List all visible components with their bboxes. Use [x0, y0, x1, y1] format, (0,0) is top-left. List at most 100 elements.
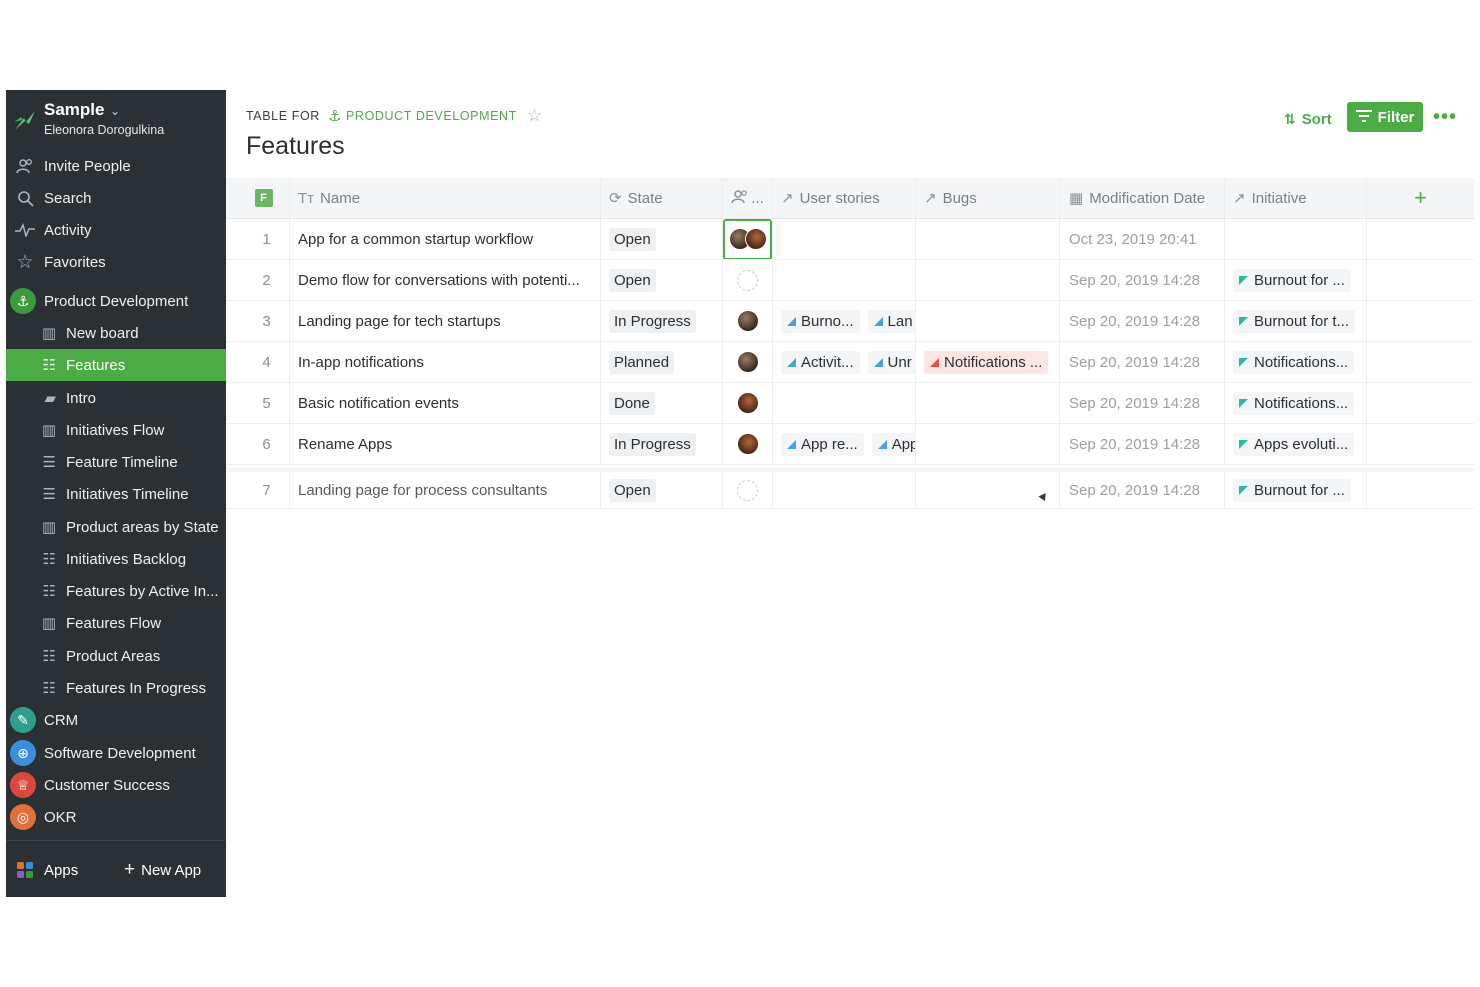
sort-button[interactable]: ⇅ Sort	[1284, 106, 1332, 132]
sidebar-item-feature-timeline[interactable]: ☰ Feature Timeline	[6, 446, 226, 478]
row-bugs[interactable]	[916, 472, 1060, 508]
row-users[interactable]	[723, 472, 773, 508]
sidebar-app-customer-success[interactable]: ♕ Customer Success	[6, 769, 226, 801]
row-initiative[interactable]: Apps evoluti...	[1225, 424, 1367, 464]
row-name[interactable]: In-app notifications	[290, 342, 601, 382]
bug-chip[interactable]: Notifications ...	[924, 350, 1049, 374]
row-name[interactable]: App for a common startup workflow	[290, 219, 601, 259]
workspace-switcher[interactable]: Sample ⌄ Eleonora Dorogulkina	[6, 90, 226, 148]
row-state[interactable]: Open	[601, 219, 723, 259]
sidebar-item-search[interactable]: Search	[6, 182, 226, 214]
table-row[interactable]: 5 Basic notification events Done Sep 20,…	[226, 383, 1474, 424]
row-bugs[interactable]	[916, 260, 1060, 300]
table-row[interactable]: 7 Landing page for process consultants O…	[226, 468, 1474, 509]
new-app-button[interactable]: + New App	[124, 855, 201, 885]
row-bugs[interactable]: Notifications ...	[916, 342, 1060, 382]
row-users[interactable]	[723, 383, 773, 423]
table-row[interactable]: 3 Landing page for tech startups In Prog…	[226, 301, 1474, 342]
story-chip[interactable]: App re...	[781, 432, 864, 456]
row-initiative[interactable]: Burnout for ...	[1225, 260, 1367, 300]
row-name[interactable]: Rename Apps	[290, 424, 601, 464]
row-initiative[interactable]: Burnout for t...	[1225, 301, 1367, 341]
column-user-stories[interactable]: ↗ User stories	[773, 178, 916, 218]
initiative-chip[interactable]: Burnout for ...	[1233, 478, 1351, 502]
sidebar-app-product-development[interactable]: ⚓ Product Development	[6, 285, 226, 317]
initiative-chip[interactable]: Notifications...	[1233, 391, 1355, 415]
initiative-chip[interactable]: Notifications...	[1233, 350, 1355, 374]
row-user-stories[interactable]	[773, 219, 916, 259]
row-users[interactable]	[723, 219, 773, 259]
row-user-stories[interactable]: App re... App	[773, 424, 916, 464]
row-user-stories[interactable]	[773, 472, 916, 508]
row-user-stories[interactable]	[773, 260, 916, 300]
selected-cell[interactable]	[723, 219, 772, 259]
row-user-stories[interactable]: Burno... Lan	[773, 301, 916, 341]
apps-button[interactable]: Apps	[6, 855, 78, 885]
row-user-stories[interactable]	[773, 383, 916, 423]
table-row[interactable]: 6 Rename Apps In Progress App re... App …	[226, 424, 1474, 465]
row-users[interactable]	[723, 301, 773, 341]
sidebar-item-initiatives-timeline[interactable]: ☰ Initiatives Timeline	[6, 478, 226, 510]
column-users[interactable]: ...	[723, 178, 773, 218]
column-bugs[interactable]: ↗ Bugs	[916, 178, 1060, 218]
row-state[interactable]: Planned	[601, 342, 723, 382]
sidebar-item-features-flow[interactable]: ▥ Features Flow	[6, 607, 226, 639]
sidebar-item-product-areas-by-state[interactable]: ▥ Product areas by State	[6, 511, 226, 543]
sidebar-app-okr[interactable]: ◎ OKR	[6, 801, 226, 833]
column-state[interactable]: ⟳ State	[601, 178, 723, 218]
filter-button[interactable]: Filter	[1347, 102, 1423, 132]
star-icon[interactable]: ☆	[527, 106, 543, 126]
row-name[interactable]: Landing page for tech startups	[290, 301, 601, 341]
row-users[interactable]	[723, 342, 773, 382]
row-user-stories[interactable]: Activit... Unr	[773, 342, 916, 382]
sidebar-item-new-board[interactable]: ▥ New board	[6, 317, 226, 349]
row-name[interactable]: Demo flow for conversations with potenti…	[290, 260, 601, 300]
row-users[interactable]	[723, 260, 773, 300]
column-initiative[interactable]: ↗ Initiative	[1225, 178, 1367, 218]
initiative-chip[interactable]: Burnout for t...	[1233, 309, 1356, 333]
sidebar-app-crm[interactable]: ✎ CRM	[6, 704, 226, 736]
story-chip[interactable]: Unr	[867, 350, 915, 374]
initiative-chip[interactable]: Burnout for ...	[1233, 268, 1351, 292]
story-chip[interactable]: Burno...	[781, 309, 860, 333]
sidebar-item-features-in-progress[interactable]: ☷ Features In Progress	[6, 672, 226, 704]
row-bugs[interactable]	[916, 424, 1060, 464]
row-state[interactable]: Done	[601, 383, 723, 423]
row-state[interactable]: In Progress	[601, 424, 723, 464]
sidebar-item-initiatives-backlog[interactable]: ☷ Initiatives Backlog	[6, 543, 226, 575]
sidebar-item-activity[interactable]: Activity	[6, 214, 226, 246]
initiative-chip[interactable]: Apps evoluti...	[1233, 432, 1355, 456]
sidebar-item-initiatives-flow[interactable]: ▥ Initiatives Flow	[6, 414, 226, 446]
table-row[interactable]: 1 App for a common startup workflow Open…	[226, 219, 1474, 260]
sidebar-item-invite-people[interactable]: Invite People	[6, 150, 226, 182]
column-modification-date[interactable]: ▦ Modification Date	[1060, 178, 1225, 218]
story-chip[interactable]: Activit...	[781, 350, 860, 374]
row-initiative[interactable]: Notifications...	[1225, 383, 1367, 423]
row-state[interactable]: In Progress	[601, 301, 723, 341]
sidebar-item-favorites[interactable]: ☆ Favorites	[6, 246, 226, 278]
sidebar-item-features-by-active[interactable]: ☷ Features by Active In...	[6, 575, 226, 607]
table-row[interactable]: 2 Demo flow for conversations with poten…	[226, 260, 1474, 301]
row-name[interactable]: Basic notification events	[290, 383, 601, 423]
row-bugs[interactable]	[916, 301, 1060, 341]
story-chip[interactable]: App	[871, 432, 915, 456]
more-options-icon[interactable]: •••	[1433, 104, 1456, 130]
sidebar-app-software-development[interactable]: ⊕ Software Development	[6, 737, 226, 769]
row-bugs[interactable]	[916, 383, 1060, 423]
row-state[interactable]: Open	[601, 472, 723, 508]
breadcrumb-link[interactable]: PRODUCT DEVELOPMENT	[346, 109, 517, 123]
row-bugs[interactable]	[916, 219, 1060, 259]
story-chip[interactable]: Lan	[867, 309, 915, 333]
sidebar-item-product-areas[interactable]: ☷ Product Areas	[6, 640, 226, 672]
sidebar-item-intro[interactable]: ▰ Intro	[6, 382, 226, 414]
row-users[interactable]	[723, 424, 773, 464]
table-row[interactable]: 4 In-app notifications Planned Activit..…	[226, 342, 1474, 383]
row-name[interactable]: Landing page for process consultants	[290, 472, 601, 508]
row-initiative[interactable]: Burnout for ...	[1225, 472, 1367, 508]
sidebar-item-features[interactable]: ☷ Features	[6, 349, 226, 381]
row-initiative[interactable]	[1225, 219, 1367, 259]
column-name[interactable]: Tт Name	[290, 178, 601, 218]
row-state[interactable]: Open	[601, 260, 723, 300]
row-initiative[interactable]: Notifications...	[1225, 342, 1367, 382]
add-column-button[interactable]: +	[1367, 178, 1474, 218]
